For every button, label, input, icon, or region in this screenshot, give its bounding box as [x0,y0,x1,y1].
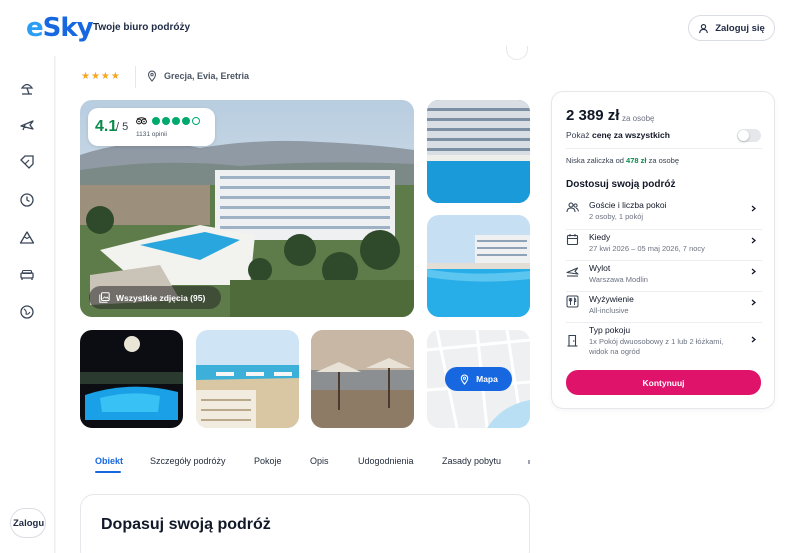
map-pin-icon [147,70,157,82]
deposit-suffix: za osobę [648,156,680,165]
continue-button[interactable]: Kontynuuj [566,370,761,395]
deposit-amount: 478 zł [626,156,647,165]
divider [566,291,762,292]
rating-max: / 5 [116,121,129,133]
option-dates[interactable]: Kiedy 27 kwi 2026 – 05 maj 2026, 7 nocy [566,232,762,256]
guests-icon [566,201,579,214]
price-value: 2 389 zł [566,107,620,124]
tabs-overflow-indicator [528,460,530,464]
calendar-icon [566,233,579,246]
option-value: All-inclusive [589,306,629,315]
option-value: 2 osoby, 1 pokój [589,212,644,221]
total-label-prefix: Pokaż [566,130,590,140]
active-tab-indicator [95,471,121,473]
clock-icon[interactable] [19,192,35,208]
tab-szczegoly-podrozy[interactable]: Szczegóły podróży [150,456,226,466]
chevron-right-icon [751,336,757,343]
tripadvisor-icon [136,117,147,125]
mountain-icon[interactable] [19,229,35,245]
chevron-right-icon [751,268,757,275]
total-price-label: Pokaż cenę za wszystkich [566,130,670,140]
hotel-location[interactable]: Grecja, Evia, Eretria [146,70,249,82]
plane-departure-icon [566,264,579,277]
option-label: Typ pokoju [589,325,631,335]
hotel-star-rating: ★★★★ [81,71,121,82]
gallery-photo-night-pool[interactable] [80,330,183,428]
option-board[interactable]: Wyżywienie All-inclusive [566,294,762,318]
tab-obiekt[interactable]: Obiekt [95,456,123,466]
gallery-photo-beach-umbrellas[interactable] [311,330,414,428]
divider [566,260,762,261]
option-value: 1x Pokój dwuosobowy z 1 lub 2 łóżkami, w… [589,337,724,356]
deposit-prefix: Niska zaliczka od [566,156,624,165]
option-label: Wyżywienie [589,294,634,304]
door-icon [566,334,579,347]
meta-divider [135,66,136,88]
gallery-photo-sea-terrace[interactable] [196,330,299,428]
gallery-photo-pool-building[interactable] [427,100,530,203]
total-label-bold: cenę za wszystkich [592,130,670,140]
percent-tag-icon[interactable] [19,154,35,170]
rating-card[interactable]: 4.1 / 5 1131 opinii [88,108,215,146]
divider [566,322,762,323]
top-header: eSky Twoje biuro podróży Zaloguj się [0,0,800,56]
map-label: Mapa [476,374,498,384]
chevron-right-icon [751,237,757,244]
tab-pokoje[interactable]: Pokoje [254,456,282,466]
customize-section-title: Dopasuj swoją podróż [101,516,271,533]
map-button[interactable]: Mapa [445,367,512,391]
login-button[interactable]: Zaloguj się [688,15,775,41]
chevron-right-icon [751,205,757,212]
map-pin-icon [460,374,469,385]
rail-login-button[interactable]: Zalogu [10,508,46,538]
review-count: 1131 opinii [136,131,167,138]
option-guests[interactable]: Goście i liczba pokoi 2 osoby, 1 pokój [566,200,762,224]
option-value: 27 kwi 2026 – 05 maj 2026, 7 nocy [589,244,705,253]
rating-dot-empty [192,117,200,125]
divider [566,148,762,149]
tab-udogodnienia[interactable]: Udogodnienia [358,456,414,466]
option-label: Wylot [589,263,611,273]
deposit-info: Niska zaliczka od 478 zł za osobę [566,156,679,165]
gallery-icon [99,292,110,303]
rating-value: 4.1 [95,118,118,135]
beach-umbrella-icon[interactable] [19,80,35,96]
customize-trip-title: Dostosuj swoją podróż [566,179,676,190]
divider [566,229,762,230]
option-value: Warszawa Modlin [589,275,648,284]
tagline: Twoje biuro podróży [93,22,191,33]
customize-trip-section: Dopasuj swoją podróż [80,494,530,553]
tab-opis[interactable]: Opis [310,456,329,466]
price-unit: za osobę [622,114,655,123]
globe-icon[interactable] [19,304,35,320]
plane-icon[interactable] [19,117,35,133]
login-label: Zaloguj się [715,22,765,34]
all-photos-button[interactable]: Wszystkie zdjęcia (95) [89,286,221,309]
left-nav-rail [0,56,55,553]
option-departure[interactable]: Wylot Warszawa Modlin [566,263,762,287]
bed-icon[interactable] [19,266,35,282]
option-label: Goście i liczba pokoi [589,200,667,210]
total-price-toggle[interactable] [737,129,761,142]
rating-dot-filled [182,117,190,125]
rating-dot-filled [152,117,160,125]
chevron-right-icon [751,299,757,306]
tab-zasady-pobytu[interactable]: Zasady pobytu [442,456,501,466]
user-icon [699,23,709,33]
option-room-type[interactable]: Typ pokoju 1x Pokój dwuosobowy z 1 lub 2… [566,325,762,359]
all-photos-label: Wszystkie zdjęcia (95) [116,292,206,303]
rating-dots [152,117,200,125]
rating-dot-filled [172,117,180,125]
cutlery-icon [566,295,579,308]
gallery-photo-pool[interactable] [427,215,530,317]
option-label: Kiedy [589,232,611,242]
rating-dot-filled [162,117,170,125]
booking-card: 2 389 zł za osobę Pokaż cenę za wszystki… [551,91,775,409]
esky-logo[interactable]: eSky [26,13,94,43]
location-text: Grecja, Evia, Eretria [164,71,250,81]
